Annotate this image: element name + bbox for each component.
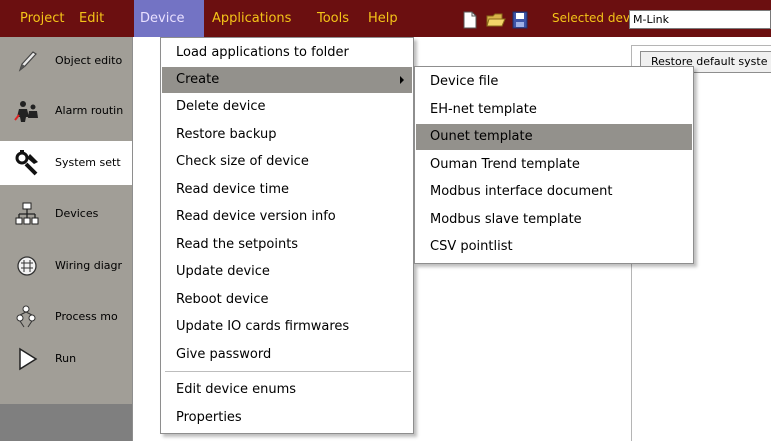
sidebar-item-label: Wiring diagr xyxy=(55,259,123,272)
settings-tools-icon xyxy=(15,150,38,176)
pen-icon xyxy=(18,51,37,72)
menu-item-restore-backup[interactable]: Restore backup xyxy=(162,122,412,148)
menu-item-read-device-time[interactable]: Read device time xyxy=(162,177,412,203)
menu-project[interactable]: Project xyxy=(20,0,64,37)
menu-item-check-size[interactable]: Check size of device xyxy=(162,149,412,175)
submenu-item-ounet-template[interactable]: Ounet template xyxy=(416,124,692,150)
sidebar-item-system-settings[interactable]: System sett xyxy=(0,141,132,185)
sidebar-item-alarm-routing[interactable]: Alarm routin xyxy=(0,89,132,133)
menu-item-label: Create xyxy=(176,72,220,87)
wiring-diagram-icon xyxy=(17,256,37,276)
sidebar-item-run[interactable]: Run xyxy=(0,337,132,381)
menu-item-properties[interactable]: Properties xyxy=(162,405,412,431)
sidebar-item-label: Run xyxy=(55,352,77,365)
sidebar-item-label: Process mo xyxy=(55,310,118,323)
menu-item-give-password[interactable]: Give password xyxy=(162,342,412,368)
menu-item-read-version-info[interactable]: Read device version info xyxy=(162,204,412,230)
sidebar: Object edito Alarm routin System sett De… xyxy=(0,37,132,441)
menu-separator xyxy=(165,371,411,372)
menu-tools[interactable]: Tools xyxy=(317,0,349,37)
alarm-routing-icon xyxy=(14,101,38,122)
new-file-icon[interactable] xyxy=(462,11,478,29)
submenu-item-eh-net-template[interactable]: EH-net template xyxy=(416,97,692,123)
sidebar-item-process-monitor[interactable]: Process mo xyxy=(0,295,132,339)
sidebar-item-label: System sett xyxy=(55,156,121,169)
sidebar-footer xyxy=(0,404,132,441)
process-monitor-icon xyxy=(16,305,36,328)
run-play-icon xyxy=(19,347,38,371)
device-menu: Load applications to folder Create Delet… xyxy=(160,37,414,434)
menu-item-read-setpoints[interactable]: Read the setpoints xyxy=(162,232,412,258)
submenu-item-csv-pointlist[interactable]: CSV pointlist xyxy=(416,234,692,260)
sidebar-item-object-editor[interactable]: Object edito xyxy=(0,39,132,83)
menu-item-delete-device[interactable]: Delete device xyxy=(162,94,412,120)
menu-bar: Project Edit Device Applications Tools H… xyxy=(0,0,771,37)
menu-item-edit-device-enums[interactable]: Edit device enums xyxy=(162,377,412,403)
create-submenu: Device file EH-net template Ounet templa… xyxy=(414,66,694,264)
submenu-item-ouman-trend-template[interactable]: Ouman Trend template xyxy=(416,152,692,178)
menu-item-update-device[interactable]: Update device xyxy=(162,259,412,285)
menu-help[interactable]: Help xyxy=(368,0,398,37)
sidebar-item-devices[interactable]: Devices xyxy=(0,192,132,236)
menu-item-load-applications[interactable]: Load applications to folder xyxy=(162,40,412,66)
submenu-item-modbus-slave-template[interactable]: Modbus slave template xyxy=(416,207,692,233)
selected-device-select[interactable]: M-Link xyxy=(629,10,771,29)
menu-applications[interactable]: Applications xyxy=(212,0,291,37)
menu-item-create[interactable]: Create xyxy=(162,67,412,93)
sidebar-item-label: Object edito xyxy=(55,54,123,67)
save-icon[interactable] xyxy=(512,11,528,29)
submenu-item-device-file[interactable]: Device file xyxy=(416,69,692,95)
open-folder-icon[interactable] xyxy=(486,11,506,29)
sidebar-item-label: Alarm routin xyxy=(55,104,124,117)
menu-item-update-io-firmwares[interactable]: Update IO cards firmwares xyxy=(162,314,412,340)
menu-edit[interactable]: Edit xyxy=(79,0,104,37)
submenu-arrow-icon xyxy=(400,76,404,84)
sidebar-item-wiring-diagram[interactable]: Wiring diagr xyxy=(0,244,132,288)
submenu-item-modbus-interface-document[interactable]: Modbus interface document xyxy=(416,179,692,205)
menu-device[interactable]: Device xyxy=(134,0,204,37)
menu-item-reboot-device[interactable]: Reboot device xyxy=(162,287,412,313)
devices-network-icon xyxy=(15,202,39,225)
sidebar-item-label: Devices xyxy=(55,207,99,220)
